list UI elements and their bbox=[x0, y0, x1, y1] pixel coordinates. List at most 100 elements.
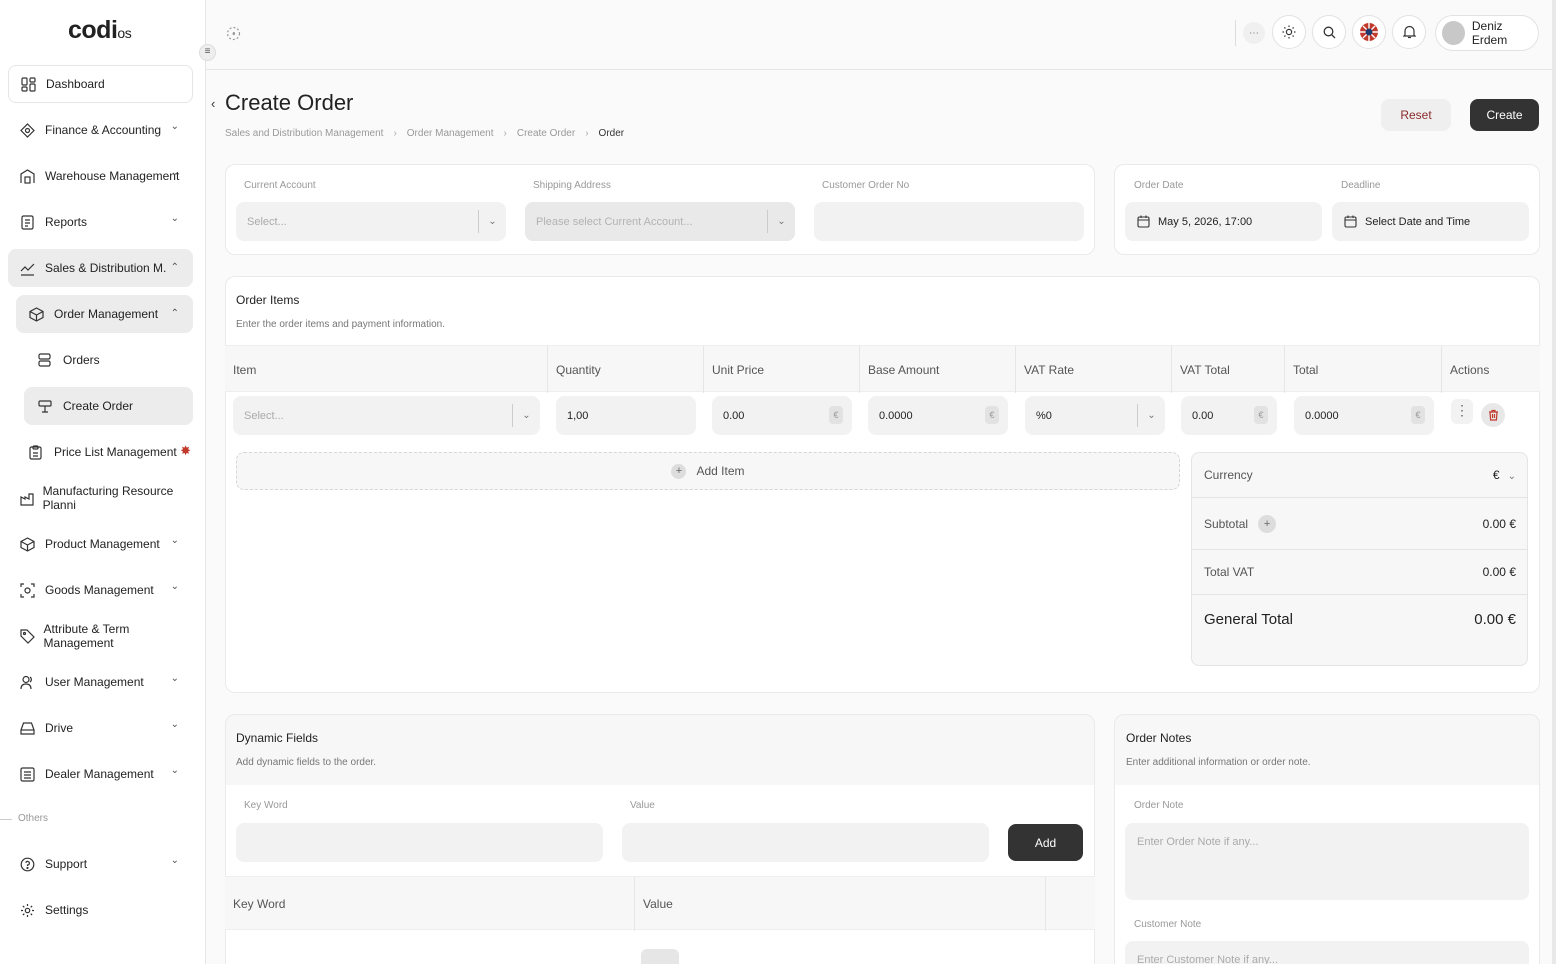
sidebar-item-manufacturing[interactable]: Manufacturing Resource Planni bbox=[8, 479, 193, 517]
sidebar-item-sales-distribution[interactable]: Sales & Distribution M. ⌃ bbox=[8, 249, 193, 287]
breadcrumb-item[interactable]: Order Management bbox=[407, 128, 494, 139]
pin-icon[interactable]: ✸ bbox=[180, 443, 191, 459]
back-icon[interactable]: ‹ bbox=[211, 96, 215, 111]
settings-icon bbox=[20, 901, 44, 919]
add-item-button[interactable]: + Add Item bbox=[236, 452, 1180, 490]
deadline-picker[interactable]: Select Date and Time bbox=[1332, 202, 1529, 241]
order-date-picker[interactable]: May 5, 2026, 17:00 bbox=[1125, 202, 1322, 241]
sidebar-item-attribute-term[interactable]: Attribute & Term Management bbox=[8, 617, 193, 655]
breadcrumb-item[interactable]: Sales and Distribution Management bbox=[225, 128, 383, 139]
sidebar-item-price-list[interactable]: Price List Management ✸ bbox=[16, 433, 193, 471]
breadcrumb-item[interactable]: Create Order bbox=[517, 128, 575, 139]
key-word-input[interactable] bbox=[236, 823, 603, 862]
sidebar-item-warehouse[interactable]: Warehouse Management ⌄ bbox=[8, 157, 193, 195]
subtotal-value: 0.00 € bbox=[1482, 516, 1516, 531]
theme-toggle-button[interactable] bbox=[1272, 15, 1306, 49]
sidebar-item-label: Dealer Management bbox=[45, 767, 154, 781]
column-header-quantity: Quantity bbox=[548, 346, 704, 393]
sidebar-item-dealer-management[interactable]: Dealer Management ⌄ bbox=[8, 755, 193, 793]
column-header-value: Value bbox=[635, 877, 1046, 931]
plus-icon: + bbox=[671, 463, 687, 479]
current-account-select[interactable]: Select... ⌄ bbox=[236, 202, 506, 241]
sidebar-toggle-icon[interactable]: ≡ bbox=[199, 44, 216, 61]
order-date-label: Order Date bbox=[1134, 180, 1184, 191]
column-header-vat-total: VAT Total bbox=[1172, 346, 1285, 393]
base-amount-input[interactable]: 0.0000 € bbox=[868, 396, 1008, 435]
vat-total-input[interactable]: 0.00 € bbox=[1181, 396, 1277, 435]
search-icon bbox=[1323, 26, 1335, 38]
sidebar-item-finance[interactable]: Finance & Accounting ⌄ bbox=[8, 111, 193, 149]
user-menu[interactable]: Deniz Erdem bbox=[1435, 15, 1539, 51]
customer-order-no-input[interactable] bbox=[814, 202, 1084, 241]
sidebar-item-dashboard[interactable]: Dashboard bbox=[8, 65, 193, 103]
delete-row-button[interactable] bbox=[1481, 403, 1505, 427]
chevron-down-icon: ⌄ bbox=[767, 210, 795, 233]
sidebar-item-label: Order Management bbox=[54, 307, 159, 321]
unit-price-input[interactable]: 0.00 € bbox=[712, 396, 852, 435]
column-header-item: Item bbox=[225, 346, 548, 393]
item-select[interactable]: Select... ⌄ bbox=[233, 396, 540, 435]
value-input[interactable] bbox=[622, 823, 989, 862]
vat-rate-select[interactable]: %0 ⌄ bbox=[1025, 396, 1165, 435]
total-input[interactable]: 0.0000 € bbox=[1294, 396, 1434, 435]
order-note-label: Order Note bbox=[1134, 800, 1184, 811]
language-button[interactable] bbox=[1352, 15, 1386, 49]
quantity-value: 1,00 bbox=[567, 409, 589, 422]
sidebar-item-label: User Management bbox=[45, 675, 144, 689]
manufacturing-icon bbox=[20, 489, 42, 507]
sidebar-item-label: Finance & Accounting bbox=[45, 123, 162, 137]
customer-note-textarea[interactable]: Enter Customer Note if any... bbox=[1125, 941, 1529, 964]
chevron-down-icon: ⌄ bbox=[1137, 404, 1165, 427]
sidebar-item-label: Warehouse Management bbox=[45, 169, 180, 183]
sidebar-item-label: Orders bbox=[63, 353, 100, 367]
sidebar-item-reports[interactable]: Reports ⌄ bbox=[8, 203, 193, 241]
more-vertical-icon[interactable]: ⋮ bbox=[1451, 399, 1473, 424]
logo-text: codi bbox=[68, 16, 118, 44]
search-button[interactable] bbox=[1312, 15, 1346, 49]
column-header-vat-rate: VAT Rate bbox=[1016, 346, 1172, 393]
add-field-button[interactable]: Add bbox=[1008, 824, 1083, 861]
sidebar-item-user-management[interactable]: User Management ⌄ bbox=[8, 663, 193, 701]
create-button[interactable]: Create bbox=[1470, 99, 1539, 131]
sidebar-item-label: Goods Management bbox=[45, 583, 154, 597]
chevron-down-icon: ⌄ bbox=[170, 581, 179, 592]
shipping-address-select[interactable]: Please select Current Account... ⌄ bbox=[525, 202, 795, 241]
sidebar-item-label: Settings bbox=[45, 903, 89, 917]
more-icon[interactable]: ⋯ bbox=[1243, 22, 1265, 44]
calendar-icon bbox=[1344, 215, 1357, 228]
bell-icon bbox=[1402, 25, 1416, 39]
sidebar-item-create-order[interactable]: Create Order bbox=[24, 387, 193, 425]
total-vat-value: 0.00 € bbox=[1482, 565, 1516, 579]
app-logo[interactable]: codios bbox=[68, 16, 132, 45]
sidebar-item-settings[interactable]: Settings bbox=[8, 891, 193, 929]
sidebar-item-label: Product Management bbox=[45, 537, 160, 551]
sidebar-item-order-management[interactable]: Order Management ⌃ bbox=[16, 295, 193, 333]
breadcrumb-current: Order bbox=[598, 128, 625, 139]
currency-select[interactable]: Currency € ⌄ bbox=[1192, 453, 1527, 498]
current-account-placeholder: Select... bbox=[247, 215, 287, 228]
subtotal-row: Subtotal + 0.00 € bbox=[1192, 498, 1527, 550]
sidebar-item-orders[interactable]: Orders bbox=[24, 341, 193, 379]
sidebar-item-support[interactable]: Support ⌄ bbox=[8, 845, 193, 883]
sidebar-item-product-management[interactable]: Product Management ⌄ bbox=[8, 525, 193, 563]
notifications-button[interactable] bbox=[1392, 15, 1426, 49]
sidebar-item-goods-management[interactable]: Goods Management ⌄ bbox=[8, 571, 193, 609]
add-discount-icon[interactable]: + bbox=[1258, 514, 1277, 533]
subtotal-label: Subtotal bbox=[1204, 516, 1249, 531]
column-header-base-amount: Base Amount bbox=[860, 346, 1016, 393]
shipping-address-placeholder: Please select Current Account... bbox=[536, 215, 693, 228]
quantity-input[interactable]: 1,00 bbox=[556, 396, 696, 435]
orders-icon bbox=[38, 351, 62, 369]
sidebar-item-drive[interactable]: Drive ⌄ bbox=[8, 709, 193, 747]
column-header-key-word: Key Word bbox=[225, 877, 635, 931]
order-note-textarea[interactable]: Enter Order Note if any... bbox=[1125, 823, 1529, 900]
reset-button[interactable]: Reset bbox=[1381, 99, 1451, 131]
customer-note-placeholder: Enter Customer Note if any... bbox=[1137, 954, 1279, 964]
empty-folder-icon bbox=[641, 949, 679, 964]
dashboard-icon bbox=[21, 75, 45, 93]
page-scrollbar[interactable] bbox=[1552, 0, 1556, 964]
divider bbox=[1235, 20, 1236, 46]
chevron-up-icon: ⌃ bbox=[170, 308, 179, 319]
chevron-down-icon: ⌄ bbox=[170, 213, 179, 224]
chevron-down-icon: ⌄ bbox=[170, 673, 179, 684]
